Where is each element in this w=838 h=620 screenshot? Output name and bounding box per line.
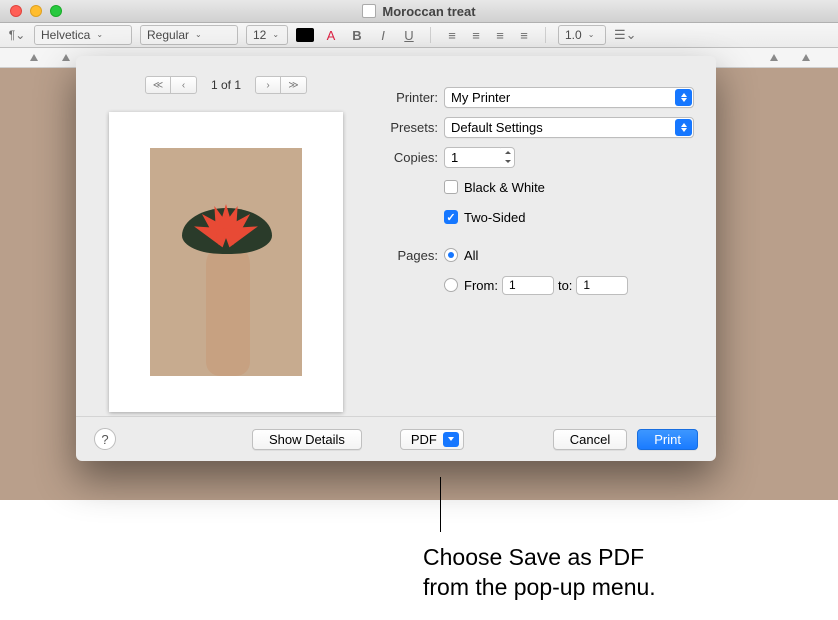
- font-size-select[interactable]: 12⌄: [246, 25, 288, 45]
- text-color-style-icon[interactable]: A: [322, 28, 340, 43]
- align-right-icon[interactable]: ≡: [491, 28, 509, 43]
- preview-page: [109, 112, 343, 412]
- copies-input[interactable]: [444, 147, 504, 168]
- font-weight-select[interactable]: Regular⌄: [140, 25, 238, 45]
- presets-label: Presets:: [384, 120, 444, 135]
- tab-marker[interactable]: [30, 54, 38, 61]
- callout-text: Choose Save as PDF from the pop-up menu.: [423, 543, 656, 603]
- copies-stepper[interactable]: [501, 147, 515, 168]
- line-spacing-select[interactable]: 1.0⌄: [558, 25, 606, 45]
- pages-from-label: From:: [464, 278, 498, 293]
- print-dialog: ≪ ‹ 1 of 1 › ≫: [76, 56, 716, 461]
- pages-to-label: to:: [558, 278, 572, 293]
- preview-pager: ≪ ‹ 1 of 1 › ≫: [145, 76, 307, 94]
- print-button[interactable]: Print: [637, 429, 698, 450]
- pager-label: 1 of 1: [211, 78, 241, 92]
- chevron-down-icon: [443, 432, 459, 447]
- text-color-swatch[interactable]: [296, 28, 314, 42]
- presets-select[interactable]: Default Settings: [444, 117, 694, 138]
- next-page-button[interactable]: ›: [255, 76, 281, 94]
- help-button[interactable]: ?: [94, 428, 116, 450]
- two-sided-label: Two-Sided: [464, 210, 525, 225]
- pages-to-input[interactable]: [576, 276, 628, 295]
- line-spacing-value: 1.0: [565, 28, 582, 42]
- align-justify-icon[interactable]: ≡: [515, 28, 533, 43]
- callout-leader-line: [440, 477, 441, 532]
- updown-arrows-icon: [675, 119, 692, 136]
- pages-range-radio[interactable]: [444, 278, 458, 292]
- show-details-button[interactable]: Show Details: [252, 429, 362, 450]
- presets-value: Default Settings: [451, 120, 543, 135]
- font-weight-value: Regular: [147, 28, 189, 42]
- copies-label: Copies:: [384, 150, 444, 165]
- dialog-footer: ? Show Details PDF Cancel Print: [76, 416, 716, 461]
- format-toolbar: ¶⌄ Helvetica⌄ Regular⌄ 12⌄ A B I U ≡ ≡ ≡…: [0, 23, 838, 48]
- tab-marker[interactable]: [62, 54, 70, 61]
- minimize-window-button[interactable]: [30, 5, 42, 17]
- font-family-select[interactable]: Helvetica⌄: [34, 25, 132, 45]
- paragraph-styles-icon[interactable]: ¶⌄: [8, 28, 26, 42]
- callout-line2: from the pop-up menu.: [423, 574, 656, 600]
- italic-icon[interactable]: I: [374, 28, 392, 43]
- pages-from-input[interactable]: [502, 276, 554, 295]
- window-title-text: Moroccan treat: [382, 4, 475, 19]
- first-page-button[interactable]: ≪: [145, 76, 171, 94]
- divider: [545, 27, 546, 43]
- align-center-icon[interactable]: ≡: [467, 28, 485, 43]
- prev-page-button[interactable]: ‹: [171, 76, 197, 94]
- pages-all-radio[interactable]: [444, 248, 458, 262]
- cancel-button[interactable]: Cancel: [553, 429, 627, 450]
- updown-arrows-icon: [675, 89, 692, 106]
- window-title: Moroccan treat: [0, 4, 838, 19]
- pages-label: Pages:: [384, 248, 444, 263]
- callout-line1: Choose Save as PDF: [423, 544, 644, 570]
- two-sided-checkbox[interactable]: [444, 210, 458, 224]
- close-window-button[interactable]: [10, 5, 22, 17]
- last-page-button[interactable]: ≫: [281, 76, 307, 94]
- printer-value: My Printer: [451, 90, 510, 105]
- black-white-label: Black & White: [464, 180, 545, 195]
- window-titlebar: Moroccan treat: [0, 0, 838, 23]
- font-size-value: 12: [253, 28, 266, 42]
- black-white-checkbox[interactable]: [444, 180, 458, 194]
- divider: [430, 27, 431, 43]
- pages-all-label: All: [464, 248, 478, 263]
- tab-marker[interactable]: [802, 54, 810, 61]
- align-left-icon[interactable]: ≡: [443, 28, 461, 43]
- options-pane: Printer: My Printer Presets: Default Set…: [376, 56, 716, 416]
- preview-image: [150, 148, 302, 376]
- document-icon: [362, 4, 376, 18]
- zoom-window-button[interactable]: [50, 5, 62, 17]
- printer-select[interactable]: My Printer: [444, 87, 694, 108]
- font-family-value: Helvetica: [41, 28, 90, 42]
- underline-icon[interactable]: U: [400, 28, 418, 43]
- bold-icon[interactable]: B: [348, 28, 366, 43]
- preview-pane: ≪ ‹ 1 of 1 › ≫: [76, 56, 376, 416]
- tab-marker[interactable]: [770, 54, 778, 61]
- list-style-icon[interactable]: ☰⌄: [614, 27, 632, 43]
- pdf-popup-button[interactable]: PDF: [400, 429, 464, 450]
- pdf-button-label: PDF: [411, 432, 437, 447]
- traffic-lights: [10, 5, 62, 17]
- alignment-group: ≡ ≡ ≡ ≡: [443, 28, 533, 43]
- printer-label: Printer:: [384, 90, 444, 105]
